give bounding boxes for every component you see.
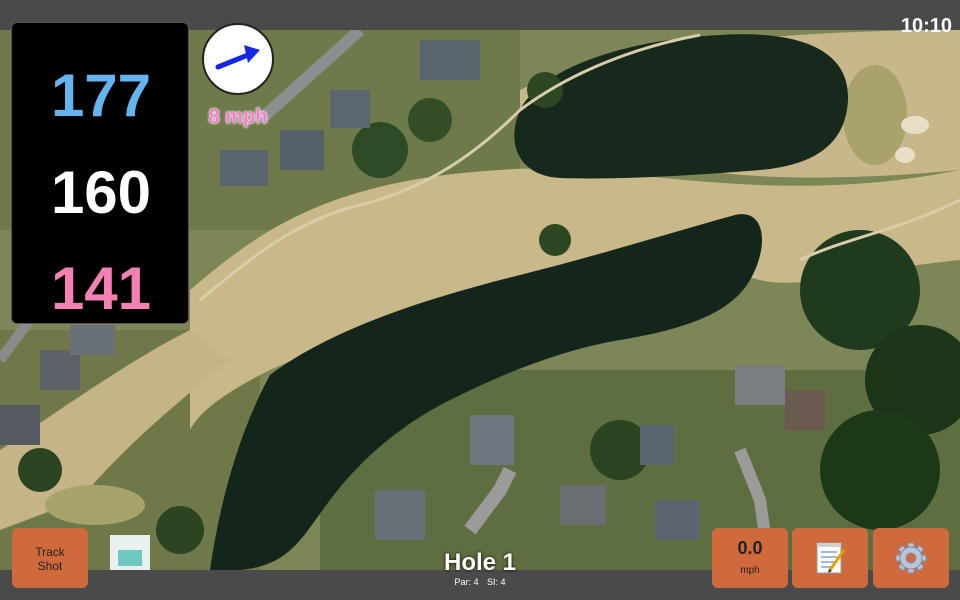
- back-distance: 177: [50, 62, 152, 129]
- wind-speed: 8 mph: [208, 106, 268, 128]
- gear-icon: [895, 542, 927, 574]
- wind-indicator: [202, 23, 274, 95]
- clock: 10:10: [900, 15, 952, 37]
- settings-button[interactable]: [873, 528, 949, 588]
- front-distance: 141: [50, 255, 152, 322]
- center-distance: 160: [50, 159, 152, 226]
- hole-meta: Par: 4 SI: 4: [380, 577, 580, 587]
- arrow-icon: [215, 45, 260, 70]
- speed-button[interactable]: 0.0 mph: [712, 528, 788, 588]
- hole-par: Par: 4: [454, 577, 479, 587]
- notepad-icon: [816, 542, 846, 574]
- track-shot-label: Track Shot: [35, 545, 65, 573]
- notes-button[interactable]: [792, 528, 868, 588]
- distance-panel: 177 160 141: [11, 22, 189, 324]
- speed-unit: mph: [740, 565, 760, 576]
- speed-value: 0.0: [737, 538, 763, 558]
- track-shot-button[interactable]: Track Shot: [12, 528, 88, 588]
- hole-stroke-index: SI: 4: [487, 577, 506, 587]
- hole-title: Hole 1: [443, 549, 517, 576]
